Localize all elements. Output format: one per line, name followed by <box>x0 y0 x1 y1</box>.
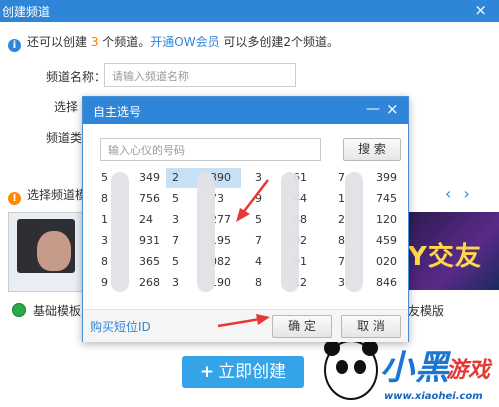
number-prefix: 5 <box>101 171 108 184</box>
annotation-arrow-grid <box>236 179 269 222</box>
number-option[interactable]: 8 756 <box>95 189 170 209</box>
number-prefix: 7 <box>172 234 179 247</box>
logo-url: www.xiaohei.com <box>384 391 483 402</box>
number-suffix: 459 <box>376 234 397 247</box>
number-prefix: 8 <box>101 192 108 205</box>
dating-template-label: 友模版 <box>408 304 445 318</box>
channel-name-placeholder: 请输入频道名称 <box>112 70 189 83</box>
number-option[interactable]: 3 846 <box>332 273 407 293</box>
template-title: ! 选择频道模 <box>8 186 87 205</box>
number-suffix: 931 <box>139 234 160 247</box>
info-row: i 还可以创建 3 个频道。开通OW会员 可以多创建2个频道。 <box>8 33 339 52</box>
dating-template-thumbnail[interactable]: Y交友 <box>408 212 499 290</box>
xiaohei-logo: 小黑 游戏 www.xiaohei.com <box>318 338 499 407</box>
number-option[interactable]: 8 365 <box>95 252 170 272</box>
basic-template-thumbnail[interactable] <box>8 212 84 292</box>
privacy-blur <box>281 172 299 292</box>
panda-mascot-icon <box>324 340 378 400</box>
thumbnail-screen <box>17 219 75 273</box>
search-button[interactable]: 搜 索 <box>343 138 401 161</box>
number-prefix: 1 <box>101 213 108 226</box>
number-prefix: 3 <box>338 276 345 289</box>
annotation-arrow-confirm <box>217 314 270 328</box>
thumbnail-portrait <box>37 231 71 271</box>
number-option[interactable]: 7 399 <box>332 168 407 188</box>
number-option[interactable]: 5 349 <box>95 168 170 188</box>
info-text-1: 还可以创建 <box>27 35 91 49</box>
number-prefix: 8 <box>101 255 108 268</box>
vip-link[interactable]: 开通OW会员 <box>150 35 219 49</box>
template-nav: ‹› <box>445 184 482 203</box>
number-suffix: 756 <box>139 192 160 205</box>
logo-brand-2: 游戏 <box>446 358 491 383</box>
number-suffix: 365 <box>139 255 160 268</box>
number-option[interactable]: 2 120 <box>332 210 407 230</box>
privacy-blur <box>345 172 363 292</box>
basic-template-label: 基础模板 <box>33 304 82 318</box>
number-prefix: 8 <box>338 234 345 247</box>
create-now-label: 立即创建 <box>218 362 287 382</box>
next-arrow-icon[interactable]: › <box>463 184 481 203</box>
number-prefix: 3 <box>172 276 179 289</box>
warning-icon: ! <box>8 192 21 205</box>
number-search-placeholder: 输入心仪的号码 <box>108 144 185 157</box>
window-title: 创建频道 <box>2 5 51 19</box>
basic-template-radio[interactable] <box>12 303 26 317</box>
window-close-icon[interactable]: × <box>474 1 487 19</box>
channel-type-label: 频道类 <box>46 131 83 145</box>
number-suffix: 120 <box>376 213 397 226</box>
window-titlebar: 创建频道 × <box>0 0 499 22</box>
number-suffix: 399 <box>376 171 397 184</box>
privacy-blur <box>197 172 215 292</box>
number-prefix: 9 <box>101 276 108 289</box>
number-search-input[interactable]: 输入心仪的号码 <box>100 138 321 161</box>
cancel-button[interactable]: 取 消 <box>341 315 401 338</box>
dialog-title: 自主选号 <box>93 105 142 119</box>
number-prefix: 3 <box>101 234 108 247</box>
number-suffix: 745 <box>376 192 397 205</box>
channel-name-input[interactable]: 请输入频道名称 <box>104 63 296 87</box>
number-option[interactable]: 9 268 <box>95 273 170 293</box>
number-option[interactable]: 1 745 <box>332 189 407 209</box>
create-now-button[interactable]: + 立即创建 <box>182 356 304 388</box>
prev-arrow-icon[interactable]: ‹ <box>445 184 463 203</box>
number-prefix: 1 <box>338 192 345 205</box>
number-option[interactable]: 1 24 <box>95 210 170 230</box>
number-prefix: 2 <box>172 171 179 184</box>
number-suffix: 24 <box>139 213 153 226</box>
dialog-titlebar: 自主选号 — × <box>83 97 408 124</box>
privacy-blur <box>111 172 129 292</box>
number-option[interactable]: 3 931 <box>95 231 170 251</box>
number-option[interactable]: 8 459 <box>332 231 407 251</box>
logo-brand: 小黑 <box>380 348 450 388</box>
number-suffix: 846 <box>376 276 397 289</box>
info-text-3: 可以多创建2个频道。 <box>219 35 340 49</box>
info-text-2: 个频道。 <box>98 35 151 49</box>
number-prefix: 3 <box>172 213 179 226</box>
buy-short-id-link[interactable]: 购买短位ID <box>90 318 151 335</box>
minimize-icon[interactable]: — <box>366 101 380 117</box>
number-option[interactable]: 7 020 <box>332 252 407 272</box>
info-icon: i <box>8 39 21 52</box>
confirm-button[interactable]: 确 定 <box>272 315 332 338</box>
channel-name-label: 频道名称： <box>46 70 107 84</box>
number-suffix: 349 <box>139 171 160 184</box>
number-prefix: 2 <box>338 213 345 226</box>
number-prefix: 7 <box>338 171 345 184</box>
number-prefix: 5 <box>172 192 179 205</box>
number-suffix: 020 <box>376 255 397 268</box>
number-prefix: 7 <box>255 234 262 247</box>
number-prefix: 5 <box>172 255 179 268</box>
number-prefix: 8 <box>255 276 262 289</box>
number-prefix: 7 <box>338 255 345 268</box>
dating-thumb-text: Y交友 <box>408 242 482 272</box>
plus-icon: + <box>199 362 215 382</box>
number-suffix: 268 <box>139 276 160 289</box>
number-prefix: 4 <box>255 255 262 268</box>
dialog-close-icon[interactable]: × <box>386 100 399 118</box>
